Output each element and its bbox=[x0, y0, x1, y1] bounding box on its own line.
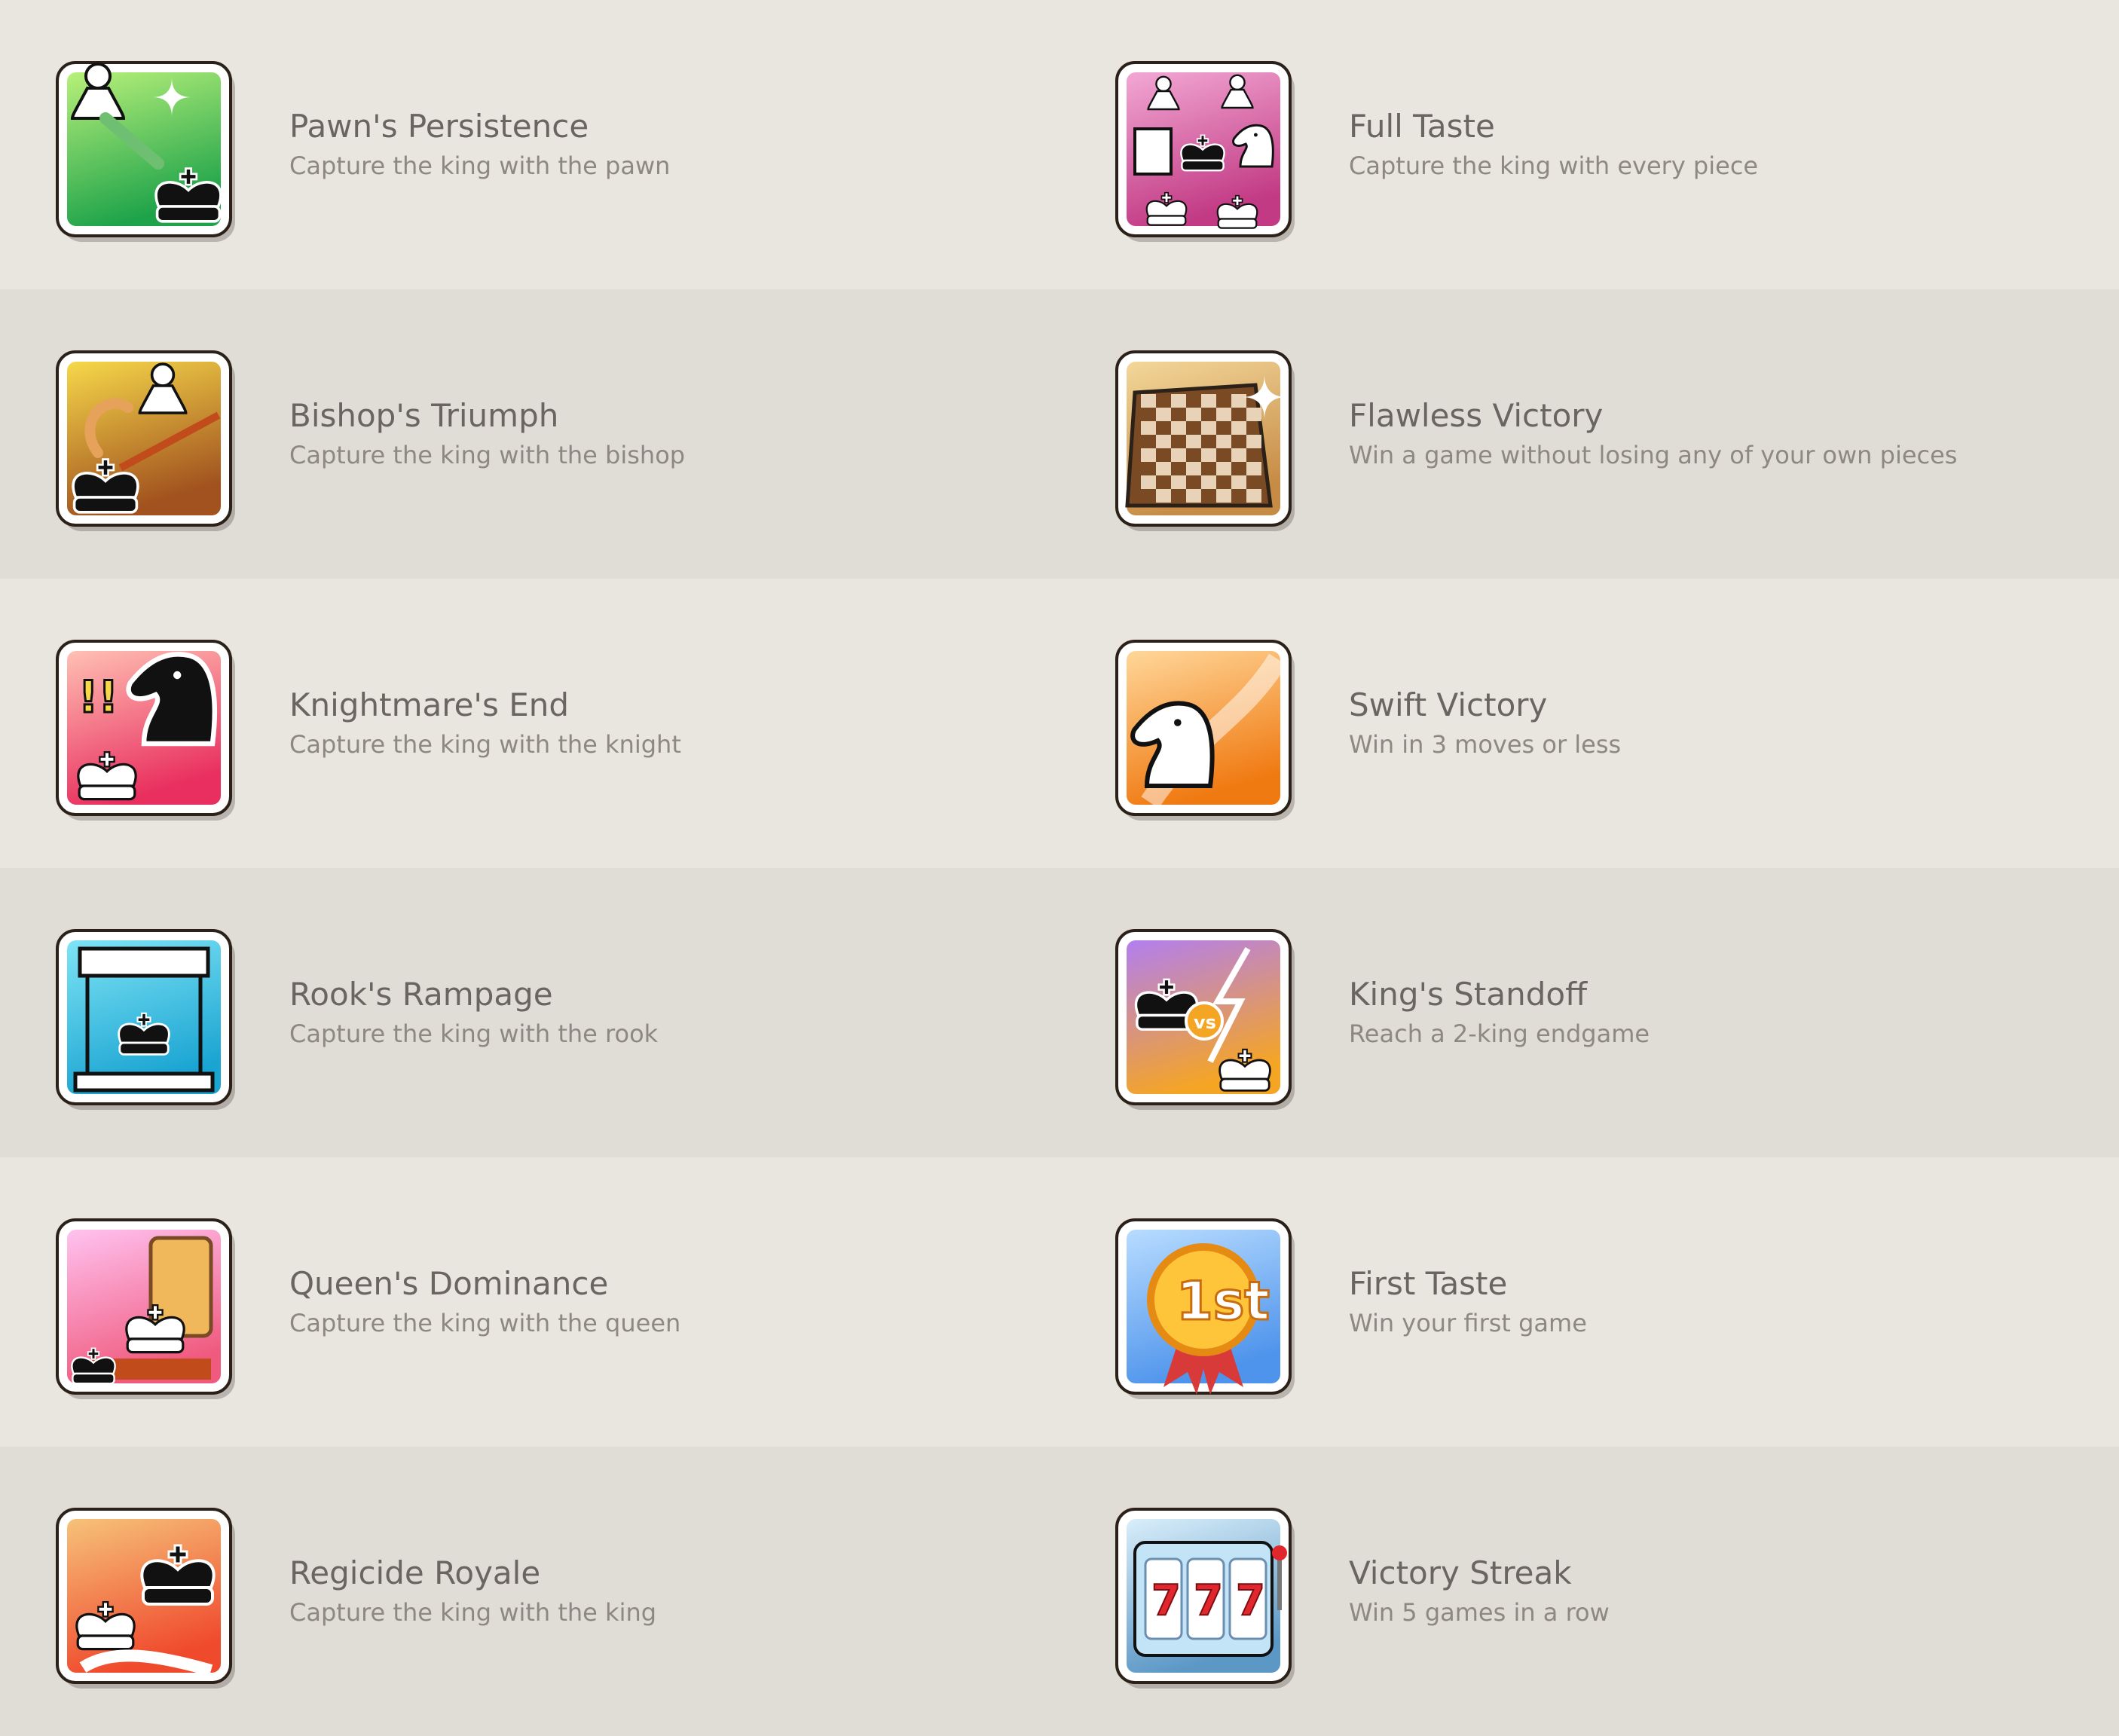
achievement-flawless-victory[interactable]: Flawless Victory Win a game without losi… bbox=[1060, 289, 2119, 579]
svg-text:7: 7 bbox=[1194, 1576, 1223, 1625]
achievement-title: Flawless Victory bbox=[1349, 397, 1604, 434]
achievement-row: Queen's Dominance Capture the king with … bbox=[0, 1157, 2119, 1447]
svg-text:vs: vs bbox=[1194, 1012, 1216, 1033]
achievement-description: Capture the king with the bishop bbox=[289, 441, 686, 469]
bishop-crozier-icon bbox=[56, 350, 235, 531]
svg-text:7: 7 bbox=[1151, 1576, 1181, 1625]
achievement-description: Capture the king with the queen bbox=[289, 1309, 681, 1337]
kings-versus-icon: vs bbox=[1115, 929, 1295, 1110]
rook-cage-icon bbox=[56, 929, 235, 1110]
achievement-title: First Taste bbox=[1349, 1265, 1508, 1302]
achievement-description: Reach a 2-king endgame bbox=[1349, 1019, 1650, 1048]
achievement-description: Win a game without losing any of your ow… bbox=[1349, 441, 1958, 469]
svg-text:7: 7 bbox=[1236, 1576, 1265, 1625]
achievement-knightmares-end[interactable]: !! Knightmare's End Capture the king wit… bbox=[0, 579, 1060, 868]
achievement-description: Win in 3 moves or less bbox=[1349, 730, 1622, 759]
achievement-title: Queen's Dominance bbox=[289, 1265, 609, 1302]
achievement-first-taste[interactable]: 1st First Taste Win your first game bbox=[1060, 1157, 2119, 1447]
achievement-row: Bishop's Triumph Capture the king with t… bbox=[0, 289, 2119, 579]
achievements-grid: Pawn's Persistence Capture the king with… bbox=[0, 0, 2119, 1736]
pawn-sword-icon bbox=[56, 61, 235, 242]
achievement-title: Bishop's Triumph bbox=[289, 397, 559, 434]
achievement-title: Knightmare's End bbox=[289, 686, 570, 723]
slot-machine-icon: 777 bbox=[1115, 1508, 1295, 1689]
achievement-title: King's Standoff bbox=[1349, 976, 1588, 1013]
achievement-kings-standoff[interactable]: vs King's Standoff Reach a 2-king endgam… bbox=[1060, 868, 2119, 1157]
achievement-description: Capture the king with the king bbox=[289, 1598, 657, 1627]
achievement-title: Swift Victory bbox=[1349, 686, 1548, 723]
achievement-bishops-triumph[interactable]: Bishop's Triumph Capture the king with t… bbox=[0, 289, 1060, 579]
achievement-row: !! Knightmare's End Capture the king wit… bbox=[0, 579, 2119, 868]
achievement-queens-dominance[interactable]: Queen's Dominance Capture the king with … bbox=[0, 1157, 1060, 1447]
achievement-swift-victory[interactable]: Swift Victory Win in 3 moves or less bbox=[1060, 579, 2119, 868]
svg-text:!!: !! bbox=[78, 671, 118, 723]
achievement-description: Capture the king with the knight bbox=[289, 730, 681, 759]
achievement-description: Win 5 games in a row bbox=[1349, 1598, 1610, 1627]
knight-rearing-icon: !! bbox=[56, 640, 235, 821]
achievement-description: Capture the king with every piece bbox=[1349, 151, 1759, 180]
chessboard-icon bbox=[1115, 350, 1295, 531]
first-medal-icon: 1st bbox=[1115, 1218, 1295, 1399]
king-vs-king-icon bbox=[56, 1508, 235, 1689]
achievement-row: Pawn's Persistence Capture the king with… bbox=[0, 0, 2119, 289]
achievement-victory-streak[interactable]: 777 Victory Streak Win 5 games in a row bbox=[1060, 1447, 2119, 1736]
achievement-row: Rook's Rampage Capture the king with the… bbox=[0, 868, 2119, 1157]
all-pieces-icon bbox=[1115, 61, 1295, 242]
achievement-description: Capture the king with the rook bbox=[289, 1019, 659, 1048]
achievement-full-taste[interactable]: Full Taste Capture the king with every p… bbox=[1060, 0, 2119, 289]
achievement-title: Regicide Royale bbox=[289, 1554, 541, 1591]
achievement-title: Pawn's Persistence bbox=[289, 108, 589, 145]
achievement-description: Win your first game bbox=[1349, 1309, 1587, 1337]
svg-text:1st: 1st bbox=[1176, 1270, 1270, 1332]
queen-throne-icon bbox=[56, 1218, 235, 1399]
achievement-pawns-persistence[interactable]: Pawn's Persistence Capture the king with… bbox=[0, 0, 1060, 289]
achievement-row: Regicide Royale Capture the king with th… bbox=[0, 1447, 2119, 1736]
achievement-title: Victory Streak bbox=[1349, 1554, 1572, 1591]
achievement-rooks-rampage[interactable]: Rook's Rampage Capture the king with the… bbox=[0, 868, 1060, 1157]
achievement-title: Full Taste bbox=[1349, 108, 1495, 145]
achievement-description: Capture the king with the pawn bbox=[289, 151, 671, 180]
achievement-regicide-royale[interactable]: Regicide Royale Capture the king with th… bbox=[0, 1447, 1060, 1736]
achievement-title: Rook's Rampage bbox=[289, 976, 553, 1013]
knight-speed-icon bbox=[1115, 640, 1295, 821]
